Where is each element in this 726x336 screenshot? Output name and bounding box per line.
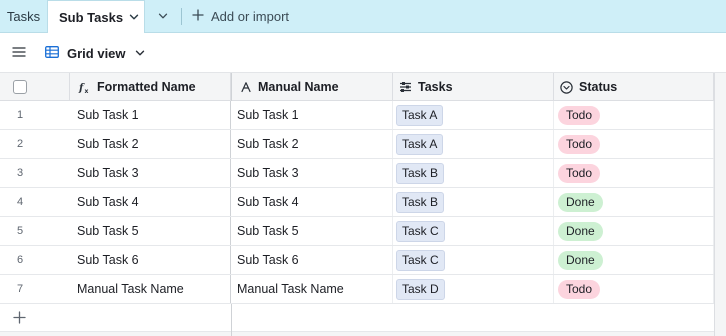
select-all-checkbox[interactable] <box>13 80 27 94</box>
tab-divider <box>181 8 182 25</box>
frozen-column-divider <box>231 304 232 332</box>
formatted-name-cell[interactable]: Sub Task 1 <box>70 101 231 129</box>
select-all-cell <box>0 73 70 101</box>
manual-name-cell[interactable]: Sub Task 5 <box>231 217 393 245</box>
chevron-down-icon[interactable] <box>129 10 139 25</box>
grid-header: fx Formatted Name Manual Name Tasks Stat… <box>0 73 714 101</box>
status-badge: Todo <box>558 105 601 125</box>
manual-name-cell[interactable]: Sub Task 1 <box>231 101 393 129</box>
formula-icon: fx <box>78 81 91 94</box>
grid-view-icon <box>45 45 59 61</box>
formatted-name-cell[interactable]: Sub Task 4 <box>70 188 231 216</box>
task-chip[interactable]: Task B <box>396 191 445 213</box>
status-badge: Done <box>558 192 603 212</box>
chevron-down-icon <box>158 9 168 24</box>
status-cell[interactable]: Todo <box>554 275 714 303</box>
linked-record-icon <box>399 81 412 93</box>
table-row[interactable]: 4 Sub Task 4 Sub Task 4 Task B Done <box>0 188 714 217</box>
column-header-formatted-name[interactable]: fx Formatted Name <box>70 73 231 101</box>
view-name: Grid view <box>67 45 126 61</box>
status-badge: Done <box>558 250 603 270</box>
status-badge: Todo <box>558 134 601 154</box>
row-number: 1 <box>17 109 24 121</box>
status-cell[interactable]: Done <box>554 246 714 274</box>
manual-name-cell[interactable]: Manual Task Name <box>231 275 393 303</box>
row-number: 4 <box>17 196 24 208</box>
text-field-icon <box>240 81 252 93</box>
frozen-column-divider <box>231 332 232 336</box>
task-chip[interactable]: Task D <box>396 278 445 300</box>
tasks-cell[interactable]: Task B <box>393 188 554 216</box>
table-tab-bar: Tasks Sub Tasks Add or import <box>0 0 726 34</box>
tasks-cell[interactable]: Task D <box>393 275 554 303</box>
data-grid: fx Formatted Name Manual Name Tasks Stat… <box>0 73 726 336</box>
column-label: Manual Name <box>258 80 339 94</box>
view-toolbar: Grid view <box>0 33 726 73</box>
chevron-down-icon <box>135 46 145 61</box>
task-chip[interactable]: Task A <box>396 104 444 126</box>
view-switcher[interactable]: Grid view <box>45 42 145 64</box>
row-number: 2 <box>17 138 24 150</box>
column-header-manual-name[interactable]: Manual Name <box>231 73 393 101</box>
svg-text:x: x <box>85 88 89 94</box>
formatted-name-cell[interactable]: Sub Task 2 <box>70 130 231 158</box>
add-field-gutter[interactable] <box>714 73 726 336</box>
status-badge: Todo <box>558 163 601 183</box>
tasks-cell[interactable]: Task A <box>393 101 554 129</box>
table-row[interactable]: 7 Manual Task Name Manual Task Name Task… <box>0 275 714 304</box>
table-row[interactable]: 3 Sub Task 3 Sub Task 3 Task B Todo <box>0 159 714 188</box>
tab-sub-tasks[interactable]: Sub Tasks <box>47 0 145 34</box>
formatted-name-cell[interactable]: Sub Task 3 <box>70 159 231 187</box>
manual-name-cell[interactable]: Sub Task 6 <box>231 246 393 274</box>
row-number: 3 <box>17 167 24 179</box>
column-label: Status <box>579 80 618 94</box>
row-number: 7 <box>17 283 24 295</box>
table-row[interactable]: 6 Sub Task 6 Sub Task 6 Task C Done <box>0 246 714 275</box>
status-cell[interactable]: Todo <box>554 101 714 129</box>
tasks-cell[interactable]: Task C <box>393 246 554 274</box>
table-row[interactable]: 1 Sub Task 1 Sub Task 1 Task A Todo <box>0 101 714 130</box>
table-row[interactable]: 5 Sub Task 5 Sub Task 5 Task C Done <box>0 217 714 246</box>
manual-name-cell[interactable]: Sub Task 3 <box>231 159 393 187</box>
tasks-cell[interactable]: Task B <box>393 159 554 187</box>
add-or-import-button[interactable]: Add or import <box>192 0 295 33</box>
formatted-name-cell[interactable]: Manual Task Name <box>70 275 231 303</box>
more-tables-button[interactable] <box>152 0 174 33</box>
table-row[interactable]: 2 Sub Task 2 Sub Task 2 Task A Todo <box>0 130 714 159</box>
tasks-cell[interactable]: Task A <box>393 130 554 158</box>
tab-tasks-label: Tasks <box>6 9 41 24</box>
status-badge: Done <box>558 221 603 241</box>
column-label: Tasks <box>418 80 453 94</box>
task-chip[interactable]: Task A <box>396 133 444 155</box>
row-number: 5 <box>17 225 24 237</box>
status-badge: Todo <box>558 279 601 299</box>
tasks-cell[interactable]: Task C <box>393 217 554 245</box>
menu-icon[interactable] <box>12 45 26 59</box>
formatted-name-cell[interactable]: Sub Task 6 <box>70 246 231 274</box>
add-or-import-label: Add or import <box>211 9 290 24</box>
tab-sub-tasks-label: Sub Tasks <box>59 10 124 25</box>
column-header-tasks[interactable]: Tasks <box>393 73 554 101</box>
plus-icon[interactable] <box>13 311 26 327</box>
tab-tasks[interactable]: Tasks <box>0 0 47 33</box>
task-chip[interactable]: Task C <box>396 220 445 242</box>
single-select-icon <box>560 80 573 94</box>
formatted-name-cell[interactable]: Sub Task 5 <box>70 217 231 245</box>
status-cell[interactable]: Done <box>554 217 714 245</box>
task-chip[interactable]: Task C <box>396 249 445 271</box>
add-record-row[interactable] <box>0 304 714 332</box>
manual-name-cell[interactable]: Sub Task 4 <box>231 188 393 216</box>
manual-name-cell[interactable]: Sub Task 2 <box>231 130 393 158</box>
status-cell[interactable]: Done <box>554 188 714 216</box>
column-label: Formatted Name <box>97 80 196 94</box>
status-cell[interactable]: Todo <box>554 130 714 158</box>
plus-icon <box>192 9 204 24</box>
grid-footer <box>0 332 726 336</box>
row-number: 6 <box>17 254 24 266</box>
column-header-status[interactable]: Status <box>554 73 714 101</box>
task-chip[interactable]: Task B <box>396 162 445 184</box>
status-cell[interactable]: Todo <box>554 159 714 187</box>
